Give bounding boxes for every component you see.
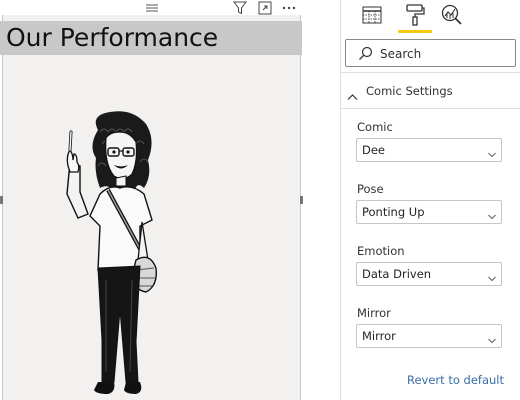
search-placeholder: Search [380,47,422,61]
comic-character-illustration [40,110,180,400]
visual-header [0,0,304,16]
pose-label: Pose [357,182,384,196]
chevron-down-icon [487,145,497,158]
resize-handle-left[interactable] [0,196,3,204]
chevron-down-icon [487,331,497,344]
focus-mode-icon[interactable] [257,0,273,16]
analytics-tab[interactable] [439,4,465,30]
pose-value: Ponting Up [362,205,425,219]
chevron-down-icon [487,207,497,220]
format-tab[interactable] [402,4,428,30]
format-pane: Search Comic Settings Comic Dee Pose Pon… [341,0,520,400]
comic-settings-section-header[interactable]: Comic Settings [341,80,520,102]
search-icon [358,46,373,65]
search-input[interactable]: Search [345,39,516,67]
comic-label: Comic [357,120,393,134]
pose-dropdown[interactable]: Ponting Up [356,200,502,224]
chevron-down-icon [487,269,497,282]
emotion-label: Emotion [357,244,405,258]
active-tab-indicator [398,30,432,33]
visual-title: Our Performance [6,23,219,52]
drag-handle-icon[interactable] [144,0,160,16]
comic-dropdown[interactable]: Dee [356,138,502,162]
filter-icon[interactable] [232,0,248,16]
chevron-up-icon [347,86,358,105]
emotion-value: Data Driven [362,267,432,281]
mirror-value: Mirror [362,329,396,343]
app-root: Our Performance Search Comic Settings Co… [0,0,520,400]
comic-value: Dee [362,143,386,157]
mirror-label: Mirror [357,306,391,320]
emotion-dropdown[interactable]: Data Driven [356,262,502,286]
divider [341,72,520,73]
magnifier-chart-icon [441,4,463,30]
resize-handle-right[interactable] [300,196,303,204]
fields-tab[interactable] [359,4,385,30]
table-grid-icon [362,6,382,28]
section-title: Comic Settings [366,84,453,98]
divider [341,108,520,109]
paint-roller-icon [405,4,425,30]
comic-visual[interactable]: Our Performance [0,0,304,400]
mirror-dropdown[interactable]: Mirror [356,324,502,348]
more-options-icon[interactable] [281,0,297,16]
revert-to-default-link[interactable]: Revert to default [407,373,504,387]
